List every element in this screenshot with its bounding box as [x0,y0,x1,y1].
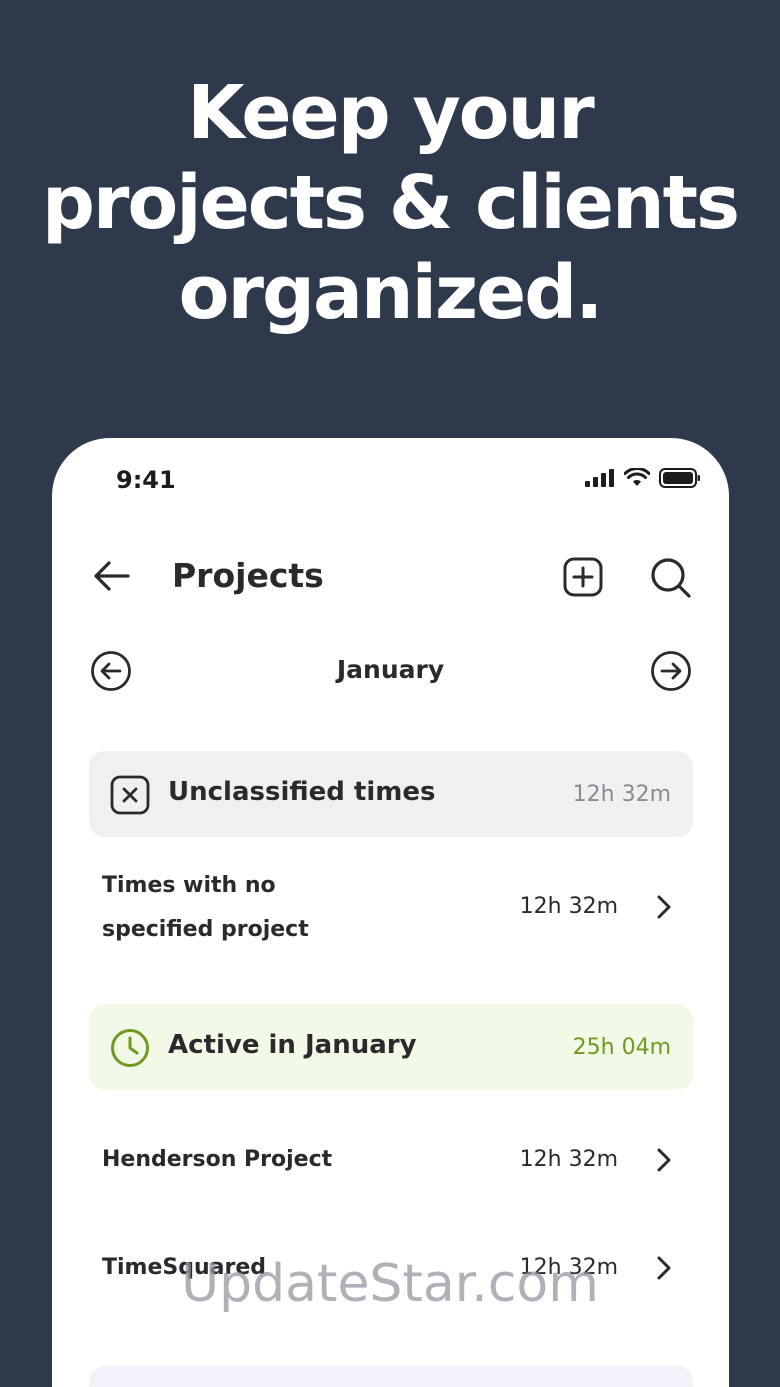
marketing-headline: Keep your projects & clients organized. [0,68,780,338]
wifi-icon [624,468,650,486]
list-item-no-project[interactable]: Times with no specified project 12h 32m [102,864,682,954]
circle-arrow-right-icon[interactable] [650,650,692,692]
page-title: Projects [172,556,324,595]
x-square-icon [110,775,150,815]
section-header-unclassified: Unclassified times 12h 32m [89,751,693,837]
month-navigator: January [52,648,729,692]
clock-icon [111,1029,149,1067]
list-item-duration: 12h 32m [519,1147,618,1172]
status-bar: 9:41 [52,438,729,522]
top-app-bar: Projects [52,544,729,608]
section-header-next [89,1366,693,1387]
signal-icon [585,469,614,487]
battery-icon [659,468,700,488]
headline-line-2: projects & clients [41,160,740,246]
section-title: Unclassified times [168,777,436,807]
list-item-label: Times with no specified project [102,873,309,942]
month-label: January [336,655,445,684]
status-icons [585,468,701,488]
section-header-active: Active in January 25h 04m [89,1004,693,1090]
headline-line-1: Keep your [187,70,594,156]
chevron-right-icon [657,1148,671,1172]
chevron-right-icon [657,895,671,919]
watermark: UpdateStar.com [181,1254,599,1314]
list-item-henderson-project[interactable]: Henderson Project 12h 32m [102,1138,682,1182]
status-time: 9:41 [116,466,176,494]
list-item-label: Henderson Project [102,1147,333,1172]
phone-screen: 9:41 Projects January Unclassified times… [52,438,729,1387]
list-item-duration: 12h 32m [519,894,618,919]
section-total: 12h 32m [572,782,671,807]
add-square-icon[interactable] [562,556,604,598]
section-title: Active in January [168,1030,417,1060]
back-arrow-icon[interactable] [92,558,132,594]
search-icon[interactable] [649,556,693,600]
headline-line-3: organized. [178,250,604,336]
section-total: 25h 04m [572,1035,671,1060]
